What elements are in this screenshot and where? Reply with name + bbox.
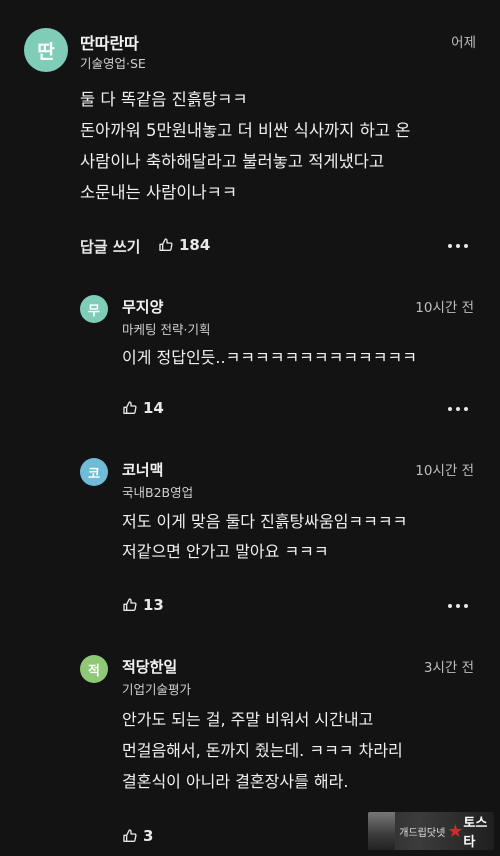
comment-body: 안가도 되는 걸, 주말 비워서 시간내고 먼걸음해서, 돈까지 줬는데. ㅋㅋ…	[122, 704, 403, 797]
comment-author-role: 국내B2B영업	[122, 485, 194, 500]
comment-line: 사람이나 축하해달라고 불러놓고 적게냈다고	[80, 152, 385, 171]
like-count: 14	[143, 399, 164, 417]
like-button[interactable]: 3	[122, 827, 153, 845]
thumbs-up-icon	[123, 829, 137, 842]
comment-body: 이게 정답인듯..ㅋㅋㅋㅋㅋㅋㅋㅋㅋㅋㅋㅋㅋ	[122, 343, 417, 373]
like-count: 3	[143, 827, 154, 845]
comment-timestamp: 10시간 전	[415, 463, 474, 479]
more-horizontal-icon	[448, 407, 452, 411]
star-icon: ★	[447, 820, 464, 842]
like-count: 184	[179, 236, 211, 254]
avatar[interactable]: 코	[80, 458, 108, 486]
comment-line: 먼걸음해서, 돈까지 줬는데. ㅋㅋㅋ 차라리	[122, 741, 403, 760]
comment-line: 이게 정답인듯..ㅋㅋㅋㅋㅋㅋㅋㅋㅋㅋㅋㅋㅋ	[122, 348, 417, 367]
comment-timestamp: 3시간 전	[423, 660, 474, 676]
watermark-brand: 토스타	[463, 816, 488, 850]
thumbs-up-icon	[123, 598, 137, 611]
comment-author[interactable]: 무지양	[122, 296, 163, 317]
comment-author-role: 마케팅 전략·기획	[122, 322, 211, 337]
comment-line: 안가도 되는 걸, 주말 비워서 시간내고	[122, 710, 374, 729]
like-button[interactable]: 184	[158, 236, 210, 254]
comment-author-role: 기술영업·SE	[80, 56, 146, 71]
like-button[interactable]: 14	[122, 399, 164, 417]
watermark-figure	[368, 812, 396, 850]
avatar[interactable]: 적	[80, 655, 108, 683]
more-options-button[interactable]	[448, 604, 468, 608]
more-options-button[interactable]	[448, 407, 468, 411]
comment-line: 결혼식이 아니라 결혼장사를 해라.	[122, 772, 349, 791]
comment-author[interactable]: 적당한일	[122, 656, 177, 677]
comment-line: 저같으면 안가고 말아요 ㅋㅋㅋ	[122, 542, 329, 561]
reply-button[interactable]: 답글 쓰기	[80, 236, 140, 257]
more-horizontal-icon	[448, 604, 452, 608]
comment-timestamp: 10시간 전	[415, 300, 474, 316]
comment-line: 저도 이게 맞음 둘다 진흙탕싸움임ㅋㅋㅋㅋ	[122, 512, 408, 531]
thumbs-up-icon	[159, 238, 173, 251]
comment-author[interactable]: 코너맥	[122, 459, 163, 480]
thumbs-up-icon	[123, 401, 137, 414]
comment-body: 저도 이게 맞음 둘다 진흙탕싸움임ㅋㅋㅋㅋ 저같으면 안가고 말아요 ㅋㅋㅋ	[122, 507, 407, 567]
like-button[interactable]: 13	[122, 596, 164, 614]
comment-line: 둘 다 똑같음 진흙탕ㅋㅋ	[80, 90, 248, 109]
more-options-button[interactable]	[448, 244, 468, 248]
comment-author[interactable]: 딴따란따	[80, 30, 139, 54]
watermark-text: 개드립닷넷	[399, 827, 446, 839]
comment-body: 둘 다 똑같음 진흙탕ㅋㅋ 돈아까워 5만원내놓고 더 비싼 식사까지 하고 온…	[80, 84, 410, 208]
like-count: 13	[143, 596, 164, 614]
watermark-logo: 개드립닷넷 ★ 토스타	[368, 812, 494, 850]
more-horizontal-icon	[448, 244, 452, 248]
comment-timestamp: 어제	[451, 35, 476, 51]
avatar[interactable]: 무	[80, 295, 108, 323]
comment-line: 소문내는 사람이나ㅋㅋ	[80, 183, 238, 202]
avatar[interactable]: 딴	[24, 28, 68, 72]
comment-author-role: 기업기술평가	[122, 682, 192, 697]
comment-line: 돈아까워 5만원내놓고 더 비싼 식사까지 하고 온	[80, 121, 411, 140]
